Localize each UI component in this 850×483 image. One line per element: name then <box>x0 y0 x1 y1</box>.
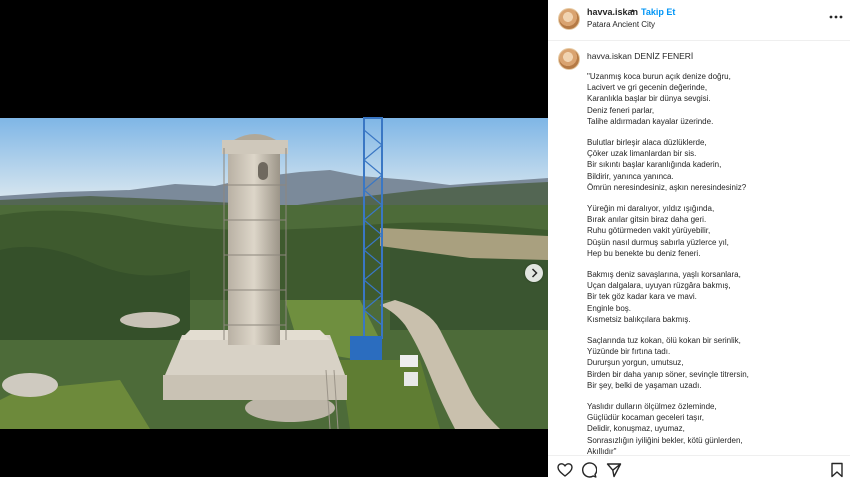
poem-line: Çöker uzak limanlardan bir sis. <box>587 149 697 159</box>
poem-line: Bir sıkıntı başlar karanlığında kaderin, <box>587 160 722 170</box>
follow-button[interactable]: Takip Et <box>641 7 675 17</box>
action-bar <box>548 455 850 478</box>
poem-line: Talihe aldırmadan kayalar üzerinde. <box>587 116 714 126</box>
poem-line: Bırak anılar gitsin biraz daha geri. <box>587 215 707 225</box>
separator-dot: • <box>631 6 635 16</box>
poem-line: Lacivert ve gri gecenin değerinde, <box>587 83 708 93</box>
poem-line: Düşün nasıl durmuş sabırla yüzlerce yıl, <box>587 237 729 247</box>
chevron-right-icon <box>531 268 538 278</box>
poem-line: Bir tek göz kadar kara ve mavi. <box>587 292 697 302</box>
poem-line: Yüzünde bir fırtına tadı. <box>587 347 671 357</box>
poem-line: Bakmış deniz savaşlarına, yaşlı korsanla… <box>587 270 741 280</box>
comment-button[interactable] <box>581 462 598 478</box>
poem-stanza: Yüreğin mi daralıyor, yıldız ışığında, Bı… <box>587 203 845 259</box>
poem-stanza: Bakmış deniz savaşlarına, yaşlı korsanla… <box>587 269 845 325</box>
caption-username[interactable]: havva.iskan <box>587 51 632 61</box>
caption-title: DENİZ FENERİ <box>634 51 694 61</box>
poem-line: "Uzanmış koca burun açık denize doğru, <box>587 72 731 81</box>
avatar[interactable] <box>558 8 580 30</box>
poem-stanza: Bulutlar birleşir alaca düzlüklerde, Çöke… <box>587 137 845 193</box>
poem-line: Sonrasızlığın iyiliğini bekler, kötü gün… <box>587 435 743 445</box>
poem-line: Bulutlar birleşir alaca düzlüklerde, <box>587 138 707 148</box>
next-media-button[interactable] <box>525 264 543 282</box>
poem-line: Yüreğin mi daralıyor, yıldız ışığında, <box>587 204 715 214</box>
poem-line: Hep bu benekte bu deniz feneri. <box>587 248 701 258</box>
poem-line: Karanlıkla başlar bir dünya sevgisi. <box>587 94 711 104</box>
caption-header: havva.iskan DENİZ FENERİ <box>587 51 693 61</box>
post-media[interactable] <box>0 0 548 477</box>
poem-line: Delidir, konuşmaz, uyumaz, <box>587 424 685 434</box>
poem-stanza: Saçlarında tuz kokan, ölü kokan bir seri… <box>587 335 845 391</box>
poem-line: Bildirir, yanınca yanınca. <box>587 171 674 181</box>
poem-line: Akıllıdır" <box>587 446 617 454</box>
poem-line: Deniz feneri parlar, <box>587 105 655 115</box>
post-header: havva.iskan • Takip Et Patara Ancient Ci… <box>548 0 850 41</box>
like-button[interactable] <box>557 462 573 478</box>
poem-stanza: "Uzanmış koca burun açık denize doğru, La… <box>587 71 845 127</box>
instagram-post-view: havva.iskan • Takip Et Patara Ancient Ci… <box>0 0 850 478</box>
poem-line: Dururşun yorgun, umutsuz, <box>587 358 684 368</box>
paper-plane-icon <box>606 463 622 478</box>
poem-line: Birden bir daha yanıp söner, sevinçle ti… <box>587 369 749 379</box>
poem-line: Güçlüdür kocaman geceleri taşır, <box>587 413 704 423</box>
poem-stanza: Yaslıdır dulların ölçülmez özleminde, Güç… <box>587 401 845 454</box>
poem-line: Ruhu götürmeden vakit yürüyebilir, <box>587 226 711 236</box>
comment-icon <box>582 462 598 478</box>
poem-line: Kısmetsiz balıkçılara bakmış. <box>587 314 691 324</box>
poem-line: Saçlarında tuz kokan, ölü kokan bir seri… <box>587 336 741 346</box>
poem-line: Uçan dalgalara, uyuyan rüzgâra bakmış, <box>587 281 731 291</box>
lighthouse-photo <box>0 0 548 477</box>
more-options-button[interactable] <box>828 10 844 24</box>
caption-poem: "Uzanmış koca burun açık denize doğru, La… <box>587 71 845 454</box>
heart-icon <box>557 463 573 477</box>
bookmark-icon <box>831 462 843 478</box>
caption-avatar[interactable] <box>558 48 580 70</box>
more-horizontal-icon <box>829 15 843 19</box>
poem-line: Yaslıdır dulların ölçülmez özleminde, <box>587 402 717 412</box>
share-button[interactable] <box>606 462 622 478</box>
post-details-panel: havva.iskan • Takip Et Patara Ancient Ci… <box>548 0 850 478</box>
poem-line: Enginle boş. <box>587 303 632 313</box>
poem-line: Bir şey, belki de yaşaman uzadı. <box>587 380 702 390</box>
location-link[interactable]: Patara Ancient City <box>587 20 655 29</box>
save-button[interactable] <box>829 462 845 478</box>
poem-line: Ömrün neresindesiniz, aşkın neresindesin… <box>587 182 747 192</box>
